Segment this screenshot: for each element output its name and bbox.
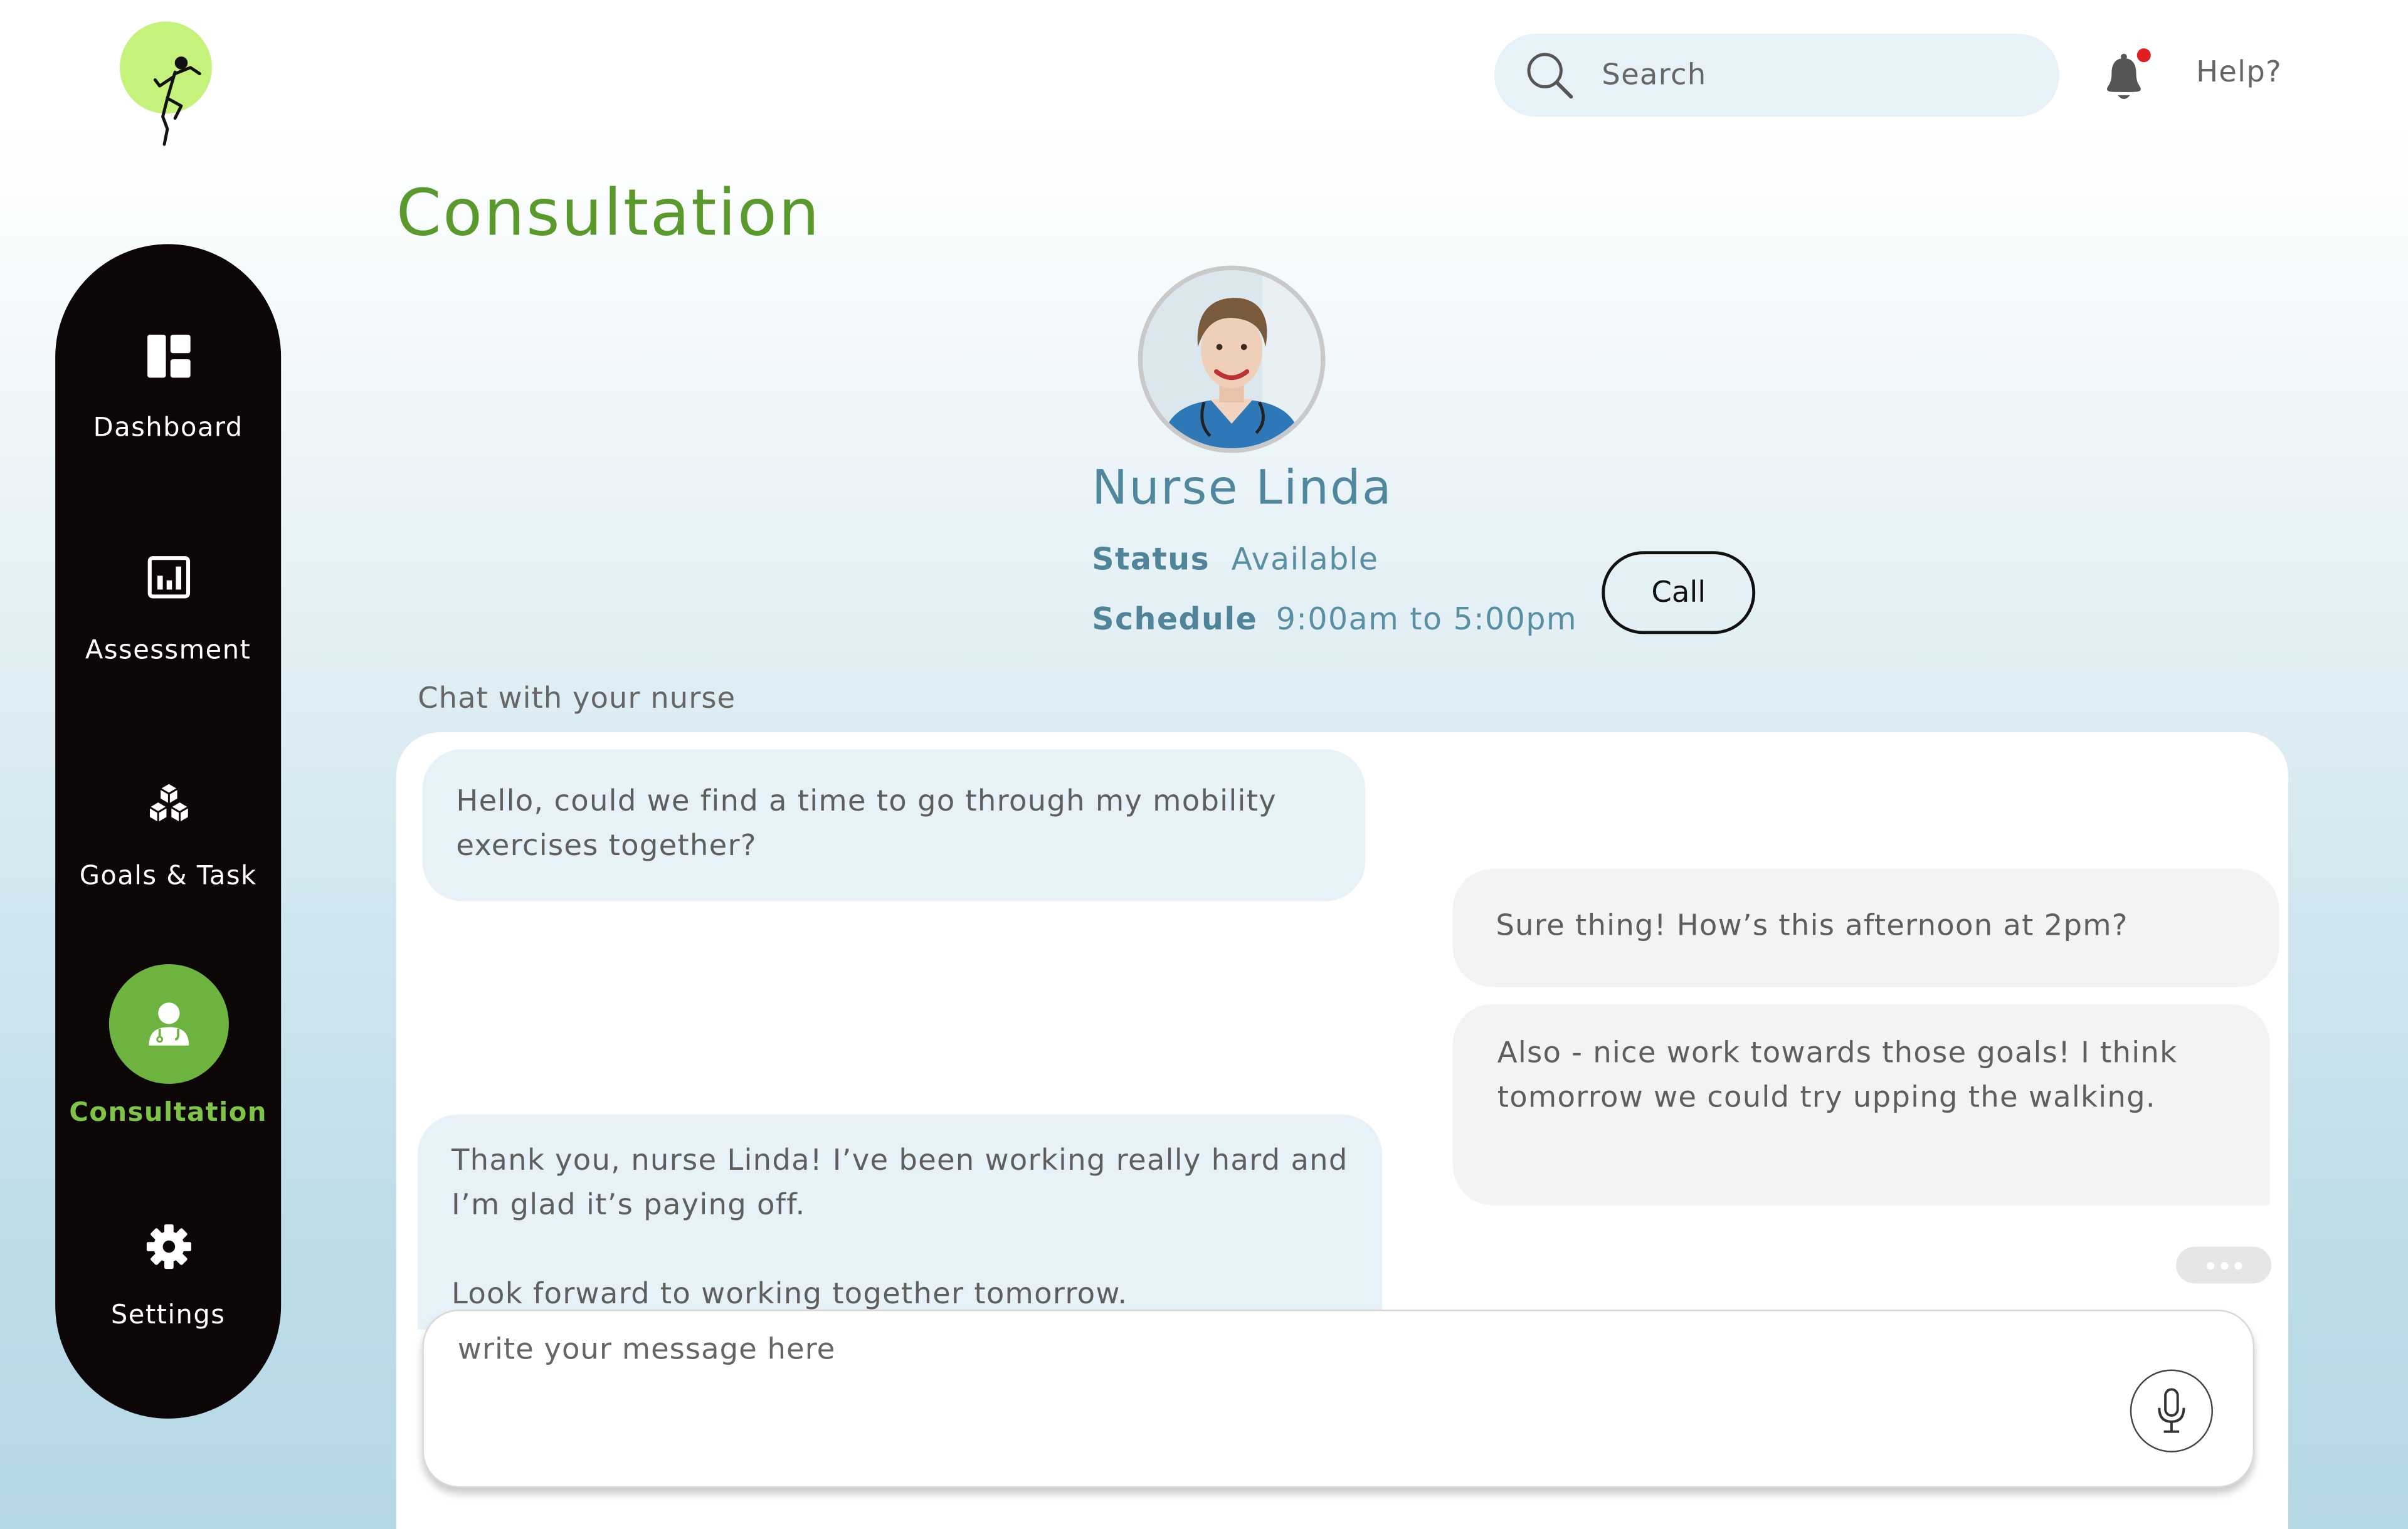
search-icon	[1527, 53, 1573, 99]
notification-bell-icon[interactable]	[2101, 46, 2153, 104]
cubes-icon	[147, 782, 189, 824]
nurse-status: Status Available	[1092, 540, 1378, 577]
help-link[interactable]: Help?	[2196, 55, 2282, 89]
sidebar-item-consultation[interactable]: Consultation	[55, 964, 281, 1128]
sidebar-item-settings[interactable]: Settings	[55, 1224, 281, 1331]
status-value: Available	[1231, 540, 1379, 577]
chat-message-nurse: Sure thing! How’s this afternoon at 2pm?	[1452, 869, 2279, 987]
search-bar[interactable]	[1494, 33, 2060, 117]
nurse-name: Nurse Linda	[1092, 460, 1393, 516]
sidebar: Dashboard Assessment Goals & Task Consul…	[55, 244, 282, 1419]
sidebar-item-label: Assessment	[85, 635, 251, 666]
chat-message-nurse: Also - nice work towards those goals! I …	[1452, 1004, 2270, 1206]
microphone-button[interactable]	[2130, 1369, 2214, 1453]
microphone-icon	[2158, 1388, 2185, 1433]
doctor-icon	[148, 1002, 189, 1046]
sidebar-item-label: Dashboard	[93, 412, 243, 444]
chart-icon	[147, 556, 189, 599]
message-composer[interactable]	[422, 1309, 2255, 1488]
typing-indicator	[2176, 1246, 2272, 1284]
message-text: Sure thing! How’s this afternoon at 2pm?	[1496, 908, 2128, 943]
app-logo[interactable]	[120, 21, 212, 146]
running-figure-icon	[153, 56, 201, 146]
search-input[interactable]	[1602, 58, 2017, 92]
sidebar-item-label: Settings	[110, 1300, 226, 1332]
nurse-portrait-image	[1143, 270, 1321, 449]
schedule-value: 9:00am to 5:00pm	[1275, 600, 1578, 638]
app-root: Help? Dashboard Assessment	[0, 0, 2408, 1529]
chat-message-user: Thank you, nurse Linda! I’ve been workin…	[418, 1114, 1383, 1330]
call-button[interactable]: Call	[1602, 551, 1756, 634]
chat-message-user: Hello, could we find a time to go throug…	[422, 749, 1366, 901]
active-indicator	[108, 964, 228, 1084]
sidebar-item-label: Goals & Task	[79, 861, 257, 892]
gear-icon	[145, 1224, 191, 1269]
notification-dot	[2136, 48, 2151, 63]
sidebar-item-dashboard[interactable]: Dashboard	[55, 333, 281, 444]
message-text: Thank you, nurse Linda! I’ve been workin…	[452, 1143, 1348, 1222]
nurse-avatar	[1138, 265, 1326, 453]
sidebar-item-goals[interactable]: Goals & Task	[55, 782, 281, 892]
message-text: Also - nice work towards those goals! I …	[1497, 1036, 2178, 1115]
dashboard-icon	[146, 334, 190, 378]
chat-panel[interactable]: Hello, could we find a time to go throug…	[396, 732, 2289, 1529]
schedule-label: Schedule	[1092, 600, 1258, 638]
message-text: Hello, could we find a time to go throug…	[456, 784, 1277, 863]
message-input[interactable]	[457, 1332, 2116, 1456]
status-label: Status	[1092, 540, 1210, 577]
chat-label: Chat with your nurse	[418, 681, 736, 716]
sidebar-item-assessment[interactable]: Assessment	[55, 556, 281, 666]
sidebar-item-label: Consultation	[69, 1098, 267, 1129]
page-title: Consultation	[396, 175, 821, 251]
nurse-schedule: Schedule 9:00am to 5:00pm	[1092, 601, 1577, 638]
